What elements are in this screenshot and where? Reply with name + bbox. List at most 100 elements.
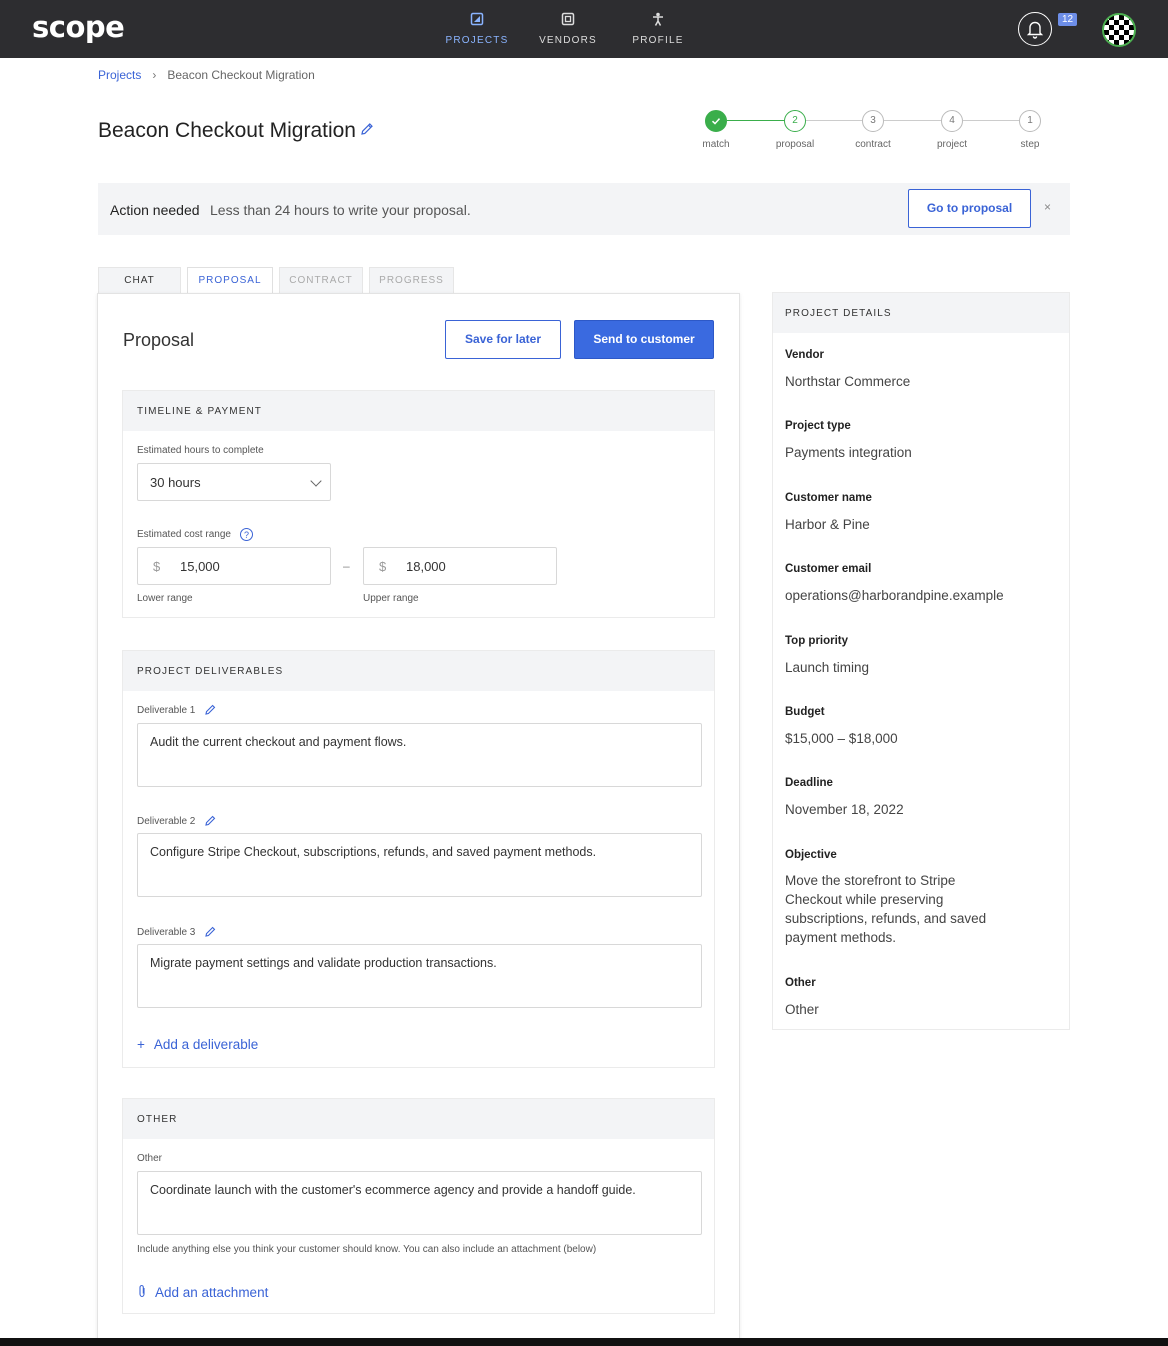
send-to-customer-button[interactable]: Send to customer [574, 320, 714, 359]
notification-count-badge: 12 [1058, 13, 1078, 26]
other-label: Other [137, 1153, 163, 1164]
vendors-icon [528, 12, 608, 29]
detail-value: Move the storefront to Stripe Checkout w… [785, 873, 987, 945]
section-heading: PROJECT DELIVERABLES [123, 651, 714, 691]
step-final: 1 [1019, 110, 1041, 132]
lower-range-input[interactable]: $ 15,000 [137, 547, 331, 585]
other-textarea[interactable]: Coordinate launch with the customer's ec… [137, 1171, 702, 1235]
step-label: step [1020, 139, 1040, 150]
range-dash: – [343, 559, 350, 573]
notifications-button[interactable] [1018, 12, 1052, 46]
close-icon[interactable]: × [1044, 200, 1051, 214]
go-to-proposal-button[interactable]: Go to proposal [908, 189, 1031, 228]
add-attachment-link[interactable]: Add an attachment [137, 1284, 268, 1300]
project-deliverables-section: PROJECT DELIVERABLES Deliverable 1 Audit… [122, 650, 715, 1068]
detail-value: $15,000 – $18,000 [785, 731, 898, 746]
deliverable-textarea[interactable]: Audit the current checkout and payment f… [137, 723, 702, 787]
scope-logo[interactable]: scope [32, 10, 125, 44]
nav-projects-label: PROJECTS [445, 35, 509, 46]
timeline-payment-section: TIMELINE & PAYMENT Estimated hours to co… [122, 390, 715, 618]
help-icon[interactable]: ? [240, 528, 253, 541]
section-heading: TIMELINE & PAYMENT [123, 391, 714, 431]
currency-symbol: $ [379, 559, 387, 574]
edit-pencil-icon[interactable] [204, 814, 217, 827]
nav-profile-label: PROFILE [632, 35, 684, 46]
banner-message: Less than 24 hours to write your proposa… [210, 202, 471, 218]
add-deliverable-label: Add a deliverable [153, 1037, 259, 1052]
upper-range-input[interactable]: $ 18,000 [363, 547, 557, 585]
detail-value: November 18, 2022 [785, 802, 904, 817]
bell-icon [1026, 21, 1043, 39]
breadcrumb-projects-link[interactable]: Projects [98, 68, 141, 82]
step-label: match [702, 139, 730, 150]
tab-progress[interactable]: PROGRESS [369, 267, 454, 293]
tab-chat[interactable]: CHAT [98, 267, 181, 293]
action-needed-banner: Action needed Less than 24 hours to writ… [98, 183, 1070, 235]
deliverable-textarea[interactable]: Configure Stripe Checkout, subscriptions… [137, 833, 702, 897]
detail-label: Deadline [785, 777, 833, 789]
add-attachment-label: Add an attachment [155, 1285, 269, 1300]
detail-value: operations@harborandpine.example [785, 588, 1004, 603]
project-details-panel: PROJECT DETAILS Vendor Northstar Commerc… [772, 292, 1070, 1030]
section-heading: OTHER [123, 1099, 714, 1139]
window-bottom-edge [0, 1338, 1168, 1346]
detail-value: Other [785, 1002, 819, 1017]
profile-icon [618, 12, 698, 29]
save-for-later-button[interactable]: Save for later [445, 320, 561, 359]
section-heading: PROJECT DETAILS [773, 293, 1069, 333]
projects-icon [437, 12, 517, 29]
chevron-right-icon: › [152, 68, 157, 82]
other-hint: Include anything else you think your cus… [137, 1244, 597, 1255]
edit-title-pencil-icon[interactable] [359, 121, 375, 137]
breadcrumb-current: Beacon Checkout Migration [167, 68, 315, 82]
nav-vendors[interactable]: VENDORS [528, 12, 608, 46]
detail-label: Customer name [785, 492, 872, 504]
edit-pencil-icon[interactable] [204, 925, 217, 938]
breadcrumb: Projects › Beacon Checkout Migration [98, 68, 315, 82]
estimated-hours-select[interactable]: 30 hours [137, 463, 331, 501]
detail-label: Vendor [785, 349, 824, 361]
step-contract: 3 [862, 110, 884, 132]
detail-label: Objective [785, 849, 837, 861]
user-avatar[interactable] [1102, 13, 1136, 47]
detail-value: Northstar Commerce [785, 374, 911, 389]
edit-pencil-icon[interactable] [204, 703, 217, 716]
other-section: OTHER Other Coordinate launch with the c… [122, 1098, 715, 1314]
tab-proposal[interactable]: PROPOSAL [187, 267, 273, 294]
step-match [705, 110, 727, 132]
progress-stepper: 2 3 4 1 match proposal contract project … [700, 110, 1060, 160]
deliverable-label: Deliverable 3 [137, 927, 196, 938]
paperclip-icon [139, 1284, 145, 1298]
proposal-card: Proposal Save for later Send to customer… [97, 293, 740, 1346]
plus-icon: + [137, 1037, 145, 1052]
detail-value: Launch timing [785, 660, 870, 675]
deliverable-label: Deliverable 1 [137, 705, 196, 716]
nav-projects[interactable]: PROJECTS [437, 12, 517, 46]
deliverable-textarea[interactable]: Migrate payment settings and validate pr… [137, 944, 702, 1008]
cost-range-label: Estimated cost range [137, 529, 231, 540]
tab-contract[interactable]: CONTRACT [279, 267, 363, 293]
detail-label: Budget [785, 706, 825, 718]
step-project: 4 [941, 110, 963, 132]
currency-symbol: $ [153, 559, 161, 574]
hours-label: Estimated hours to complete [137, 445, 264, 456]
nav-vendors-label: VENDORS [539, 35, 597, 46]
deliverable-label: Deliverable 2 [137, 816, 196, 827]
detail-label: Top priority [785, 635, 849, 647]
step-label: contract [855, 139, 891, 150]
step-proposal: 2 [784, 110, 806, 132]
nav-profile[interactable]: PROFILE [618, 12, 698, 46]
top-navigation-bar: scope PROJECTS VENDORS PROFILE 12 [0, 0, 1168, 58]
detail-label: Project type [785, 420, 851, 432]
lower-range-label: Lower range [137, 593, 193, 604]
proposal-title: Proposal [123, 330, 195, 350]
step-label: project [936, 139, 967, 150]
checkmark-icon [711, 118, 721, 125]
add-deliverable-link[interactable]: + Add a deliverable [137, 1037, 258, 1052]
page-title: Beacon Checkout Migration [98, 119, 356, 142]
upper-range-value: 18,000 [406, 559, 446, 574]
detail-value: Payments integration [785, 445, 912, 460]
step-label: proposal [775, 139, 815, 150]
detail-label: Customer email [785, 563, 872, 575]
detail-value: Harbor & Pine [785, 517, 870, 532]
